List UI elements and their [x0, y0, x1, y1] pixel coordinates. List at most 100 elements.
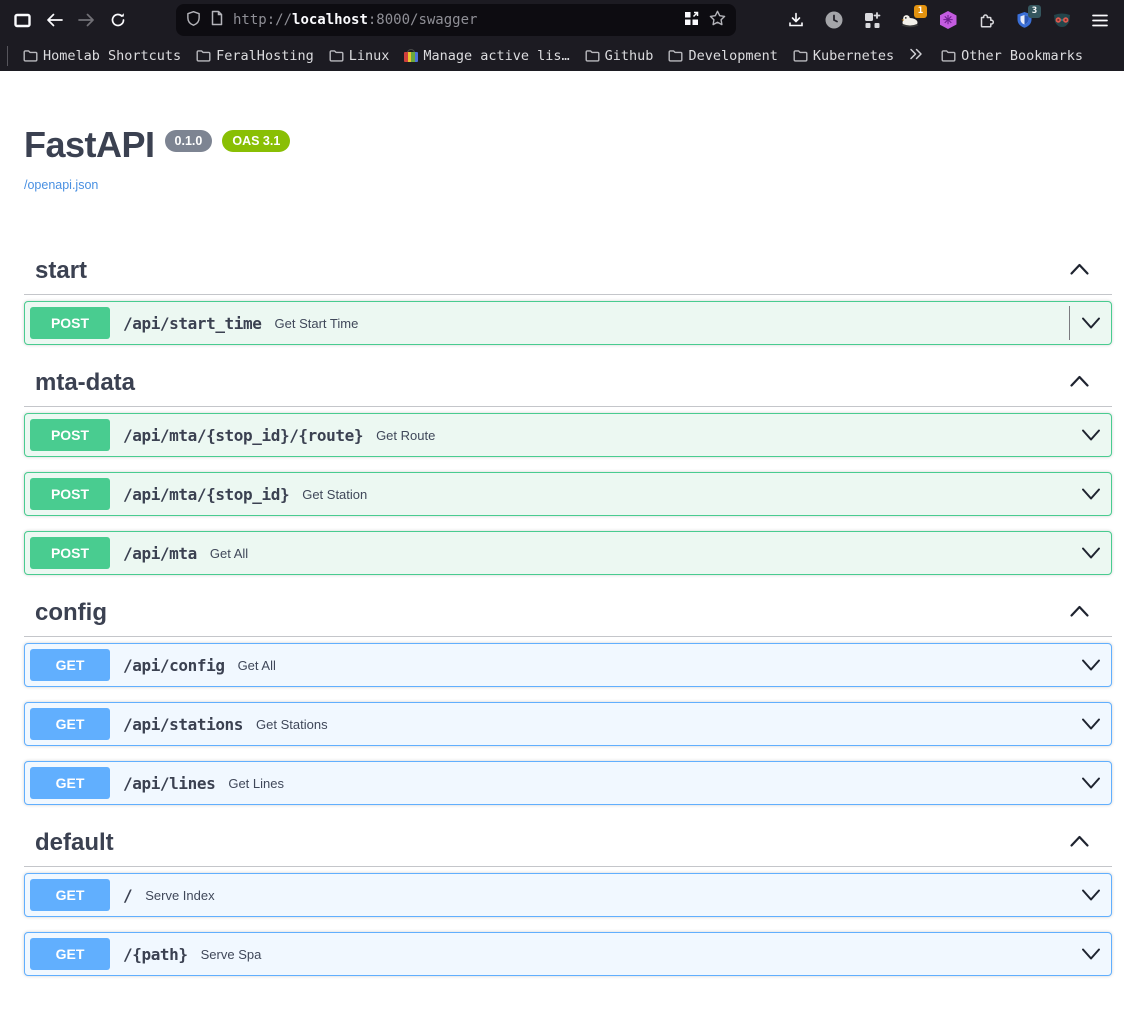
swagger-page: FastAPI 0.1.0 OAS 3.1 /openapi.json star… — [0, 71, 1124, 1019]
tag-title: default — [35, 829, 114, 857]
folder-icon — [196, 49, 211, 62]
endpoint-summary: Serve Spa — [201, 947, 262, 962]
method-badge[interactable]: GET — [30, 938, 110, 970]
tag-title: start — [35, 257, 87, 285]
endpoint-row[interactable]: POST /api/mta Get All — [24, 531, 1112, 575]
bookmark-label: Development — [688, 48, 777, 64]
tracking-shield-icon[interactable] — [186, 10, 201, 31]
api-info: FastAPI 0.1.0 OAS 3.1 /openapi.json — [24, 123, 1112, 194]
endpoint-row[interactable]: GET /{path} Serve Spa — [24, 932, 1112, 976]
back-button[interactable] — [38, 4, 70, 36]
method-badge[interactable]: GET — [30, 708, 110, 740]
endpoint-path: /api/lines — [123, 774, 215, 793]
hexagon-extension-icon[interactable]: ✳ — [932, 4, 964, 36]
openapi-spec-link[interactable]: /openapi.json — [24, 178, 98, 192]
method-badge[interactable]: POST — [30, 478, 110, 510]
expand-chevron-icon[interactable] — [1070, 536, 1101, 570]
site-favicon — [404, 49, 418, 62]
endpoint-summary: Get Route — [376, 428, 435, 443]
endpoint-row[interactable]: GET /api/config Get All — [24, 643, 1112, 687]
bookmark-label: Manage active lis… — [423, 48, 569, 64]
method-badge[interactable]: GET — [30, 649, 110, 681]
url-text: http://localhost:8000/swagger — [233, 12, 477, 28]
bird-extension-icon[interactable]: 1 — [894, 4, 926, 36]
bookmark-item[interactable]: Github — [579, 45, 663, 67]
tag-title: config — [35, 599, 107, 627]
method-badge[interactable]: POST — [30, 419, 110, 451]
bookmark-item[interactable]: Kubernetes — [787, 45, 903, 67]
bookmark-label: FeralHosting — [216, 48, 314, 64]
endpoint-row[interactable]: GET /api/lines Get Lines — [24, 761, 1112, 805]
folder-icon — [23, 49, 38, 62]
site-info-page-icon[interactable] — [210, 10, 224, 30]
expand-chevron-icon[interactable] — [1069, 306, 1101, 340]
expand-chevron-icon[interactable] — [1070, 937, 1101, 971]
collapse-chevron-icon[interactable] — [1069, 374, 1090, 393]
reload-button[interactable] — [102, 4, 134, 36]
endpoint-summary: Get All — [210, 546, 248, 561]
tag-header[interactable]: config — [24, 590, 1112, 637]
endpoint-path: /api/stations — [123, 715, 243, 734]
bookmark-item[interactable]: FeralHosting — [190, 45, 323, 67]
api-tag-section: start POST /api/start_time Get Start Tim… — [24, 248, 1112, 345]
bird-extension-badge: 1 — [914, 5, 927, 18]
bookmark-item[interactable]: Other Bookmarks — [935, 45, 1092, 67]
folder-icon — [941, 49, 956, 62]
collapse-chevron-icon[interactable] — [1069, 262, 1090, 281]
url-bar[interactable]: http://localhost:8000/swagger — [176, 4, 736, 36]
expand-chevron-icon[interactable] — [1070, 648, 1101, 682]
endpoint-path: / — [123, 886, 132, 905]
expand-chevron-icon[interactable] — [1070, 418, 1101, 452]
bookmark-star-icon[interactable] — [709, 10, 726, 30]
method-badge[interactable]: POST — [30, 307, 110, 339]
forward-button[interactable] — [70, 4, 102, 36]
method-badge[interactable]: GET — [30, 767, 110, 799]
bookmark-item[interactable]: Development — [662, 45, 786, 67]
endpoint-path: /api/mta/{stop_id} — [123, 485, 289, 504]
endpoint-row[interactable]: GET /api/stations Get Stations — [24, 702, 1112, 746]
expand-chevron-icon[interactable] — [1070, 766, 1101, 800]
collapse-chevron-icon[interactable] — [1069, 604, 1090, 623]
blocks-extension-icon[interactable] — [856, 4, 888, 36]
shield-extension-icon[interactable]: 3 — [1008, 4, 1040, 36]
api-sections: start POST /api/start_time Get Start Tim… — [24, 248, 1112, 976]
bookmark-label: Homelab Shortcuts — [43, 48, 181, 64]
bookmarks-overflow-chevron[interactable] — [903, 46, 935, 66]
collapse-chevron-icon[interactable] — [1069, 834, 1090, 853]
downloads-button[interactable] — [780, 4, 812, 36]
split-view-icon[interactable] — [684, 11, 699, 30]
bookmark-item[interactable]: Manage active lis… — [398, 45, 578, 67]
endpoint-path: /api/mta — [123, 544, 197, 563]
endpoint-row[interactable]: POST /api/mta/{stop_id}/{route} Get Rout… — [24, 413, 1112, 457]
endpoint-row[interactable]: POST /api/mta/{stop_id} Get Station — [24, 472, 1112, 516]
tag-header[interactable]: default — [24, 820, 1112, 867]
bookmark-item[interactable]: Linux — [323, 45, 399, 67]
method-badge[interactable]: GET — [30, 879, 110, 911]
bookmark-item[interactable]: Homelab Shortcuts — [17, 45, 190, 67]
tag-header[interactable]: start — [24, 248, 1112, 295]
expand-chevron-icon[interactable] — [1070, 707, 1101, 741]
bookmark-label: Other Bookmarks — [961, 48, 1083, 64]
history-clock-icon[interactable] — [818, 4, 850, 36]
folder-icon — [329, 49, 344, 62]
browser-chrome: http://localhost:8000/swagger — [0, 0, 1124, 71]
expand-chevron-icon[interactable] — [1070, 477, 1101, 511]
method-badge[interactable]: POST — [30, 537, 110, 569]
menu-button[interactable] — [1084, 4, 1116, 36]
endpoint-summary: Serve Index — [145, 888, 214, 903]
window-tab-icon[interactable] — [6, 4, 38, 36]
toolbar-grip — [7, 46, 8, 66]
tag-title: mta-data — [35, 369, 135, 397]
expand-chevron-icon[interactable] — [1070, 878, 1101, 912]
endpoint-path: /{path} — [123, 945, 188, 964]
endpoint-row[interactable]: POST /api/start_time Get Start Time — [24, 301, 1112, 345]
endpoint-row[interactable]: GET / Serve Index — [24, 873, 1112, 917]
tag-header[interactable]: mta-data — [24, 360, 1112, 407]
shield-extension-badge: 3 — [1028, 5, 1041, 18]
mask-extension-icon[interactable] — [1046, 4, 1078, 36]
endpoint-summary: Get Stations — [256, 717, 328, 732]
bookmark-label: Kubernetes — [813, 48, 894, 64]
puzzle-extensions-button[interactable] — [970, 4, 1002, 36]
api-tag-section: default GET / Serve Index GET /{path} Se… — [24, 820, 1112, 976]
api-tag-section: mta-data POST /api/mta/{stop_id}/{route}… — [24, 360, 1112, 575]
